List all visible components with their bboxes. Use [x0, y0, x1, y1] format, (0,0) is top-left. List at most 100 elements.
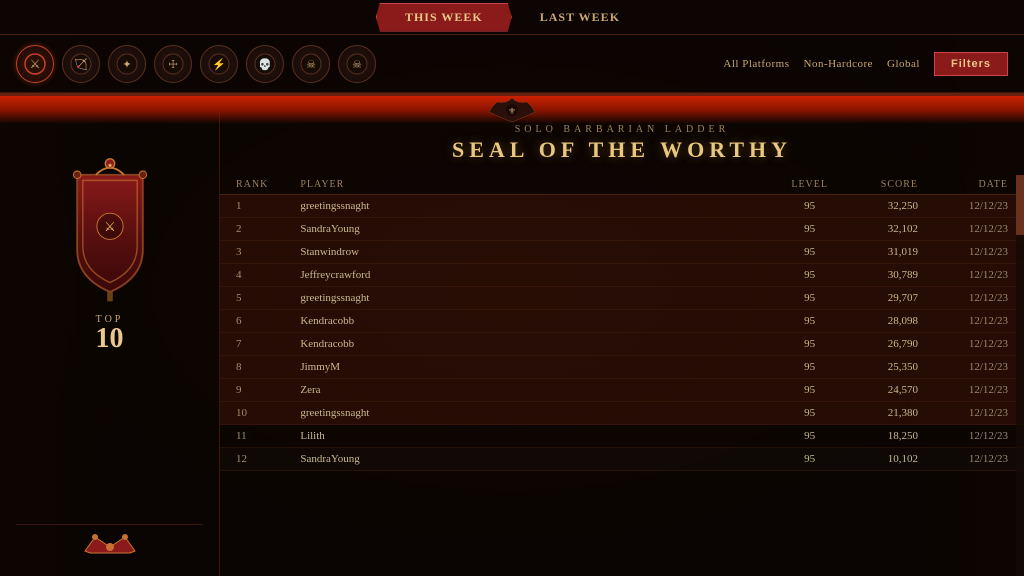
class-icon-3[interactable]: ✦	[108, 45, 146, 83]
rank-badge: ⚔ ★	[55, 156, 165, 306]
cell-player: greetingssnaght	[284, 402, 775, 425]
cell-level: 95	[775, 333, 844, 356]
table-row[interactable]: 2SandraYoung9532,10212/12/23	[220, 218, 1024, 241]
table-row[interactable]: 5greetingssnaght9529,70712/12/23	[220, 287, 1024, 310]
cell-rank: 4	[220, 264, 284, 287]
cell-score: 32,250	[844, 195, 934, 218]
table-row[interactable]: 11Lilith9518,25012/12/23	[220, 425, 1024, 448]
cell-rank: 5	[220, 287, 284, 310]
table-row[interactable]: 10greetingssnaght9521,38012/12/23	[220, 402, 1024, 425]
cell-player: Stanwindrow	[284, 241, 775, 264]
tab-this-week[interactable]: THIS WEEK	[376, 3, 512, 32]
cell-score: 24,570	[844, 379, 934, 402]
table-row[interactable]: 12SandraYoung9510,10212/12/23	[220, 448, 1024, 471]
cell-player: Kendracobb	[284, 333, 775, 356]
svg-text:☠: ☠	[306, 59, 316, 71]
cell-date: 12/12/23	[934, 264, 1024, 287]
platform-filter-label: All Platforms	[723, 58, 789, 70]
svg-text:☠: ☠	[352, 59, 362, 71]
tab-bar: THIS WEEK LAST WEEK	[0, 0, 1024, 35]
ladder-subtitle: Solo Barbarian Ladder	[220, 124, 1024, 135]
svg-text:⚡: ⚡	[212, 58, 226, 71]
cell-date: 12/12/23	[934, 218, 1024, 241]
cell-level: 95	[775, 448, 844, 471]
mode-filter-label: Non-Hardcore	[804, 58, 874, 70]
col-player: Player	[284, 175, 775, 195]
cell-level: 95	[775, 264, 844, 287]
left-panel: ⚔ ★ TOP 10	[0, 96, 220, 576]
table-row[interactable]: 8JimmyM9525,35012/12/23	[220, 356, 1024, 379]
table-row[interactable]: 7Kendracobb9526,79012/12/23	[220, 333, 1024, 356]
cell-level: 95	[775, 379, 844, 402]
tab-last-week[interactable]: LAST WEEK	[512, 4, 648, 31]
cell-player: Zera	[284, 379, 775, 402]
class-icon-8[interactable]: ☠	[338, 45, 376, 83]
class-icon-6[interactable]: 💀	[246, 45, 284, 83]
svg-text:★: ★	[107, 161, 113, 169]
cell-player: Jeffreycrawford	[284, 264, 775, 287]
cell-player: greetingssnaght	[284, 287, 775, 310]
leaderboard-panel: Solo Barbarian Ladder SEAL OF THE WORTHY…	[220, 96, 1024, 576]
cell-score: 32,102	[844, 218, 934, 241]
cell-rank: 8	[220, 356, 284, 379]
cell-date: 12/12/23	[934, 287, 1024, 310]
class-icons-group: ⚔ 🏹 ✦ ☩ ⚡ 💀 ☠ ☠	[16, 45, 723, 83]
cell-score: 18,250	[844, 425, 934, 448]
main-content: ⚜	[0, 93, 1024, 576]
cell-date: 12/12/23	[934, 402, 1024, 425]
cell-date: 12/12/23	[934, 241, 1024, 264]
cell-rank: 6	[220, 310, 284, 333]
svg-text:🏹: 🏹	[74, 58, 88, 71]
scrollbar-track[interactable]	[1016, 175, 1024, 576]
col-date: Date	[934, 175, 1024, 195]
cell-rank: 1	[220, 195, 284, 218]
cell-score: 21,380	[844, 402, 934, 425]
col-score: Score	[844, 175, 934, 195]
cell-level: 95	[775, 310, 844, 333]
table-row[interactable]: 4Jeffreycrawford9530,78912/12/23	[220, 264, 1024, 287]
scrollbar-thumb[interactable]	[1016, 175, 1024, 235]
cell-level: 95	[775, 218, 844, 241]
cell-rank: 12	[220, 448, 284, 471]
cell-rank: 3	[220, 241, 284, 264]
scope-filter-label: Global	[887, 58, 920, 70]
table-row[interactable]: 3Stanwindrow9531,01912/12/23	[220, 241, 1024, 264]
class-icon-5[interactable]: ⚡	[200, 45, 238, 83]
cell-score: 29,707	[844, 287, 934, 310]
cell-score: 26,790	[844, 333, 934, 356]
cell-rank: 2	[220, 218, 284, 241]
cell-date: 12/12/23	[934, 333, 1024, 356]
svg-text:⚔: ⚔	[104, 219, 116, 234]
cell-rank: 9	[220, 379, 284, 402]
class-icon-4[interactable]: ☩	[154, 45, 192, 83]
cell-date: 12/12/23	[934, 310, 1024, 333]
cell-rank: 7	[220, 333, 284, 356]
top-number: 10	[96, 325, 124, 353]
cell-score: 31,019	[844, 241, 934, 264]
cell-player: SandraYoung	[284, 448, 775, 471]
filters-button[interactable]: Filters	[934, 52, 1008, 76]
cell-score: 28,098	[844, 310, 934, 333]
table-row[interactable]: 9Zera9524,57012/12/23	[220, 379, 1024, 402]
cell-score: 25,350	[844, 356, 934, 379]
cell-date: 12/12/23	[934, 195, 1024, 218]
cell-rank: 11	[220, 425, 284, 448]
table-row[interactable]: 1greetingssnaght9532,25012/12/23	[220, 195, 1024, 218]
class-icon-barbarian[interactable]: ⚔	[16, 45, 54, 83]
filter-area: All Platforms Non-Hardcore Global Filter…	[723, 52, 1008, 76]
cell-level: 95	[775, 287, 844, 310]
table-row[interactable]: 6Kendracobb9528,09812/12/23	[220, 310, 1024, 333]
table-wrapper: Rank Player Level Score Date 1greetingss…	[220, 175, 1024, 576]
leaderboard-table: Rank Player Level Score Date 1greetingss…	[220, 175, 1024, 471]
cell-score: 10,102	[844, 448, 934, 471]
svg-text:☩: ☩	[168, 59, 178, 71]
cell-level: 95	[775, 356, 844, 379]
cell-date: 12/12/23	[934, 425, 1024, 448]
class-icon-7[interactable]: ☠	[292, 45, 330, 83]
cell-date: 12/12/23	[934, 448, 1024, 471]
top-10-badge-text: TOP 10	[96, 314, 124, 353]
cell-player: greetingssnaght	[284, 195, 775, 218]
cell-player: SandraYoung	[284, 218, 775, 241]
table-header: Rank Player Level Score Date	[220, 175, 1024, 195]
class-icon-2[interactable]: 🏹	[62, 45, 100, 83]
